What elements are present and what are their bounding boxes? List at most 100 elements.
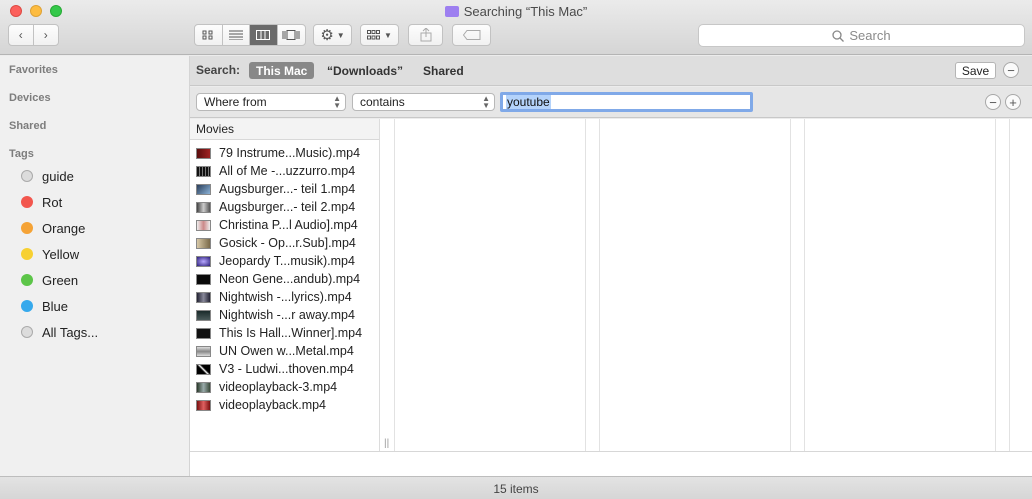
tag-color-dot-icon bbox=[21, 222, 33, 234]
toolbar: Searching “This Mac” ‹ › ⚙ ▼ ▼ Search bbox=[0, 0, 1032, 55]
tag-color-dot-icon bbox=[21, 196, 33, 208]
sidebar-tag-yellow[interactable]: Yellow bbox=[21, 245, 79, 263]
icon-view-button[interactable] bbox=[195, 25, 223, 45]
view-mode-control bbox=[194, 24, 306, 46]
share-icon bbox=[420, 28, 431, 42]
video-thumbnail-icon bbox=[196, 201, 211, 213]
arrange-menu-button[interactable]: ▼ bbox=[360, 24, 399, 46]
list-view-button[interactable] bbox=[223, 25, 250, 45]
sidebar-all-tags[interactable]: All Tags... bbox=[21, 323, 98, 341]
video-thumbnail-icon bbox=[196, 165, 211, 177]
video-thumbnail-icon bbox=[196, 327, 211, 339]
file-item[interactable]: Nightwish -...lyrics).mp4 bbox=[196, 288, 352, 306]
column-divider bbox=[599, 119, 600, 451]
file-item[interactable]: Augsburger...- teil 2.mp4 bbox=[196, 198, 355, 216]
tag-color-dot-icon bbox=[21, 300, 33, 312]
sidebar: Favorites Devices Shared Tags guide Rot … bbox=[0, 56, 190, 476]
popup-arrows-icon: ▲ ▼ bbox=[333, 94, 341, 110]
gear-icon: ⚙ bbox=[320, 27, 334, 44]
video-thumbnail-icon bbox=[196, 381, 211, 393]
remove-search-button[interactable]: − bbox=[1003, 62, 1019, 78]
window-title: Searching “This Mac” bbox=[0, 4, 1032, 19]
search-scope-bar: Search: This Mac “Downloads” Shared Save… bbox=[190, 56, 1032, 86]
tag-color-dot-icon bbox=[21, 170, 33, 182]
sidebar-section-shared[interactable]: Shared bbox=[9, 120, 46, 132]
column-divider bbox=[1009, 119, 1010, 451]
edit-tags-button[interactable] bbox=[452, 24, 491, 46]
cover-flow-button[interactable] bbox=[278, 25, 305, 45]
sidebar-section-devices[interactable]: Devices bbox=[9, 92, 51, 104]
file-item[interactable]: All of Me -...uzzurro.mp4 bbox=[196, 162, 355, 180]
icon-grid-icon bbox=[202, 30, 213, 40]
chevron-left-icon: ‹ bbox=[18, 28, 23, 42]
video-thumbnail-icon bbox=[196, 147, 211, 159]
video-thumbnail-icon bbox=[196, 183, 211, 195]
search-scope-label: Search: bbox=[196, 63, 241, 77]
remove-criteria-button[interactable]: − bbox=[985, 94, 1001, 110]
column-header[interactable]: Movies bbox=[190, 119, 379, 140]
sidebar-tag-rot[interactable]: Rot bbox=[21, 193, 62, 211]
file-item[interactable]: V3 - Ludwi...thoven.mp4 bbox=[196, 360, 354, 378]
attribute-select[interactable]: Where from ▲ ▼ bbox=[196, 93, 346, 111]
chevron-down-icon: ▼ bbox=[336, 30, 345, 40]
cover-flow-icon bbox=[282, 30, 300, 40]
file-item[interactable]: Christina P...l Audio].mp4 bbox=[196, 216, 358, 234]
column-divider bbox=[804, 119, 805, 451]
search-input[interactable]: Search bbox=[698, 24, 1025, 47]
sidebar-tag-green[interactable]: Green bbox=[21, 271, 78, 289]
file-item[interactable]: videoplayback.mp4 bbox=[196, 396, 326, 414]
action-menu-button[interactable]: ⚙ ▼ bbox=[313, 24, 352, 46]
video-thumbnail-icon bbox=[196, 255, 211, 267]
search-icon bbox=[832, 29, 845, 42]
tag-color-dot-icon bbox=[21, 248, 33, 260]
add-criteria-button[interactable]: + bbox=[1005, 94, 1021, 110]
video-thumbnail-icon bbox=[196, 345, 211, 357]
file-item[interactable]: videoplayback-3.mp4 bbox=[196, 378, 337, 396]
file-item[interactable]: Gosick - Op...r.Sub].mp4 bbox=[196, 234, 356, 252]
file-item[interactable]: Nightwish -...r away.mp4 bbox=[196, 306, 355, 324]
sidebar-tag-orange[interactable]: Orange bbox=[21, 219, 85, 237]
video-thumbnail-icon bbox=[196, 273, 211, 285]
arrange-grid-icon bbox=[367, 30, 381, 40]
back-button[interactable]: ‹ bbox=[9, 25, 34, 45]
column-divider bbox=[394, 119, 395, 451]
chevron-right-icon: › bbox=[43, 28, 48, 42]
all-tags-icon bbox=[21, 326, 33, 338]
operator-select[interactable]: contains ▲ ▼ bbox=[352, 93, 495, 111]
sidebar-section-tags[interactable]: Tags bbox=[9, 148, 34, 160]
forward-button[interactable]: › bbox=[34, 25, 58, 45]
criteria-value-input[interactable]: youtube bbox=[500, 92, 753, 112]
file-item[interactable]: Neon Gene...andub).mp4 bbox=[196, 270, 360, 288]
share-button[interactable] bbox=[408, 24, 443, 46]
video-thumbnail-icon bbox=[196, 399, 211, 411]
column-resize-handle[interactable]: || bbox=[384, 438, 389, 449]
columns-icon bbox=[256, 30, 271, 40]
file-item[interactable]: Jeopardy T...musik).mp4 bbox=[196, 252, 355, 270]
column-divider bbox=[790, 119, 791, 451]
column-view-button[interactable] bbox=[250, 25, 278, 45]
scope-downloads-button[interactable]: “Downloads” bbox=[320, 62, 410, 79]
save-search-button[interactable]: Save bbox=[955, 62, 996, 79]
video-thumbnail-icon bbox=[196, 309, 211, 321]
file-item[interactable]: Augsburger...- teil 1.mp4 bbox=[196, 180, 355, 198]
column-browser: Movies 79 Instrume...Music).mp4 All of M… bbox=[190, 119, 1032, 451]
status-bar: 15 items bbox=[0, 476, 1032, 499]
item-count: 15 items bbox=[493, 482, 539, 496]
sidebar-section-favorites[interactable]: Favorites bbox=[9, 64, 58, 76]
file-item[interactable]: 79 Instrume...Music).mp4 bbox=[196, 144, 360, 162]
file-item[interactable]: UN Owen w...Metal.mp4 bbox=[196, 342, 354, 360]
video-thumbnail-icon bbox=[196, 237, 211, 249]
sidebar-tag-guide[interactable]: guide bbox=[21, 167, 74, 185]
list-icon bbox=[228, 30, 243, 40]
smart-folder-icon bbox=[444, 6, 459, 17]
tag-color-dot-icon bbox=[21, 274, 33, 286]
column-divider bbox=[585, 119, 586, 451]
file-item[interactable]: This Is Hall...Winner].mp4 bbox=[196, 324, 362, 342]
scope-this-mac-button[interactable]: This Mac bbox=[249, 62, 315, 79]
chevron-down-icon: ▼ bbox=[384, 30, 392, 40]
column-divider bbox=[995, 119, 996, 451]
scope-shared-button[interactable]: Shared bbox=[416, 62, 471, 79]
video-thumbnail-icon bbox=[196, 291, 211, 303]
sidebar-tag-blue[interactable]: Blue bbox=[21, 297, 68, 315]
tag-icon bbox=[462, 30, 480, 40]
